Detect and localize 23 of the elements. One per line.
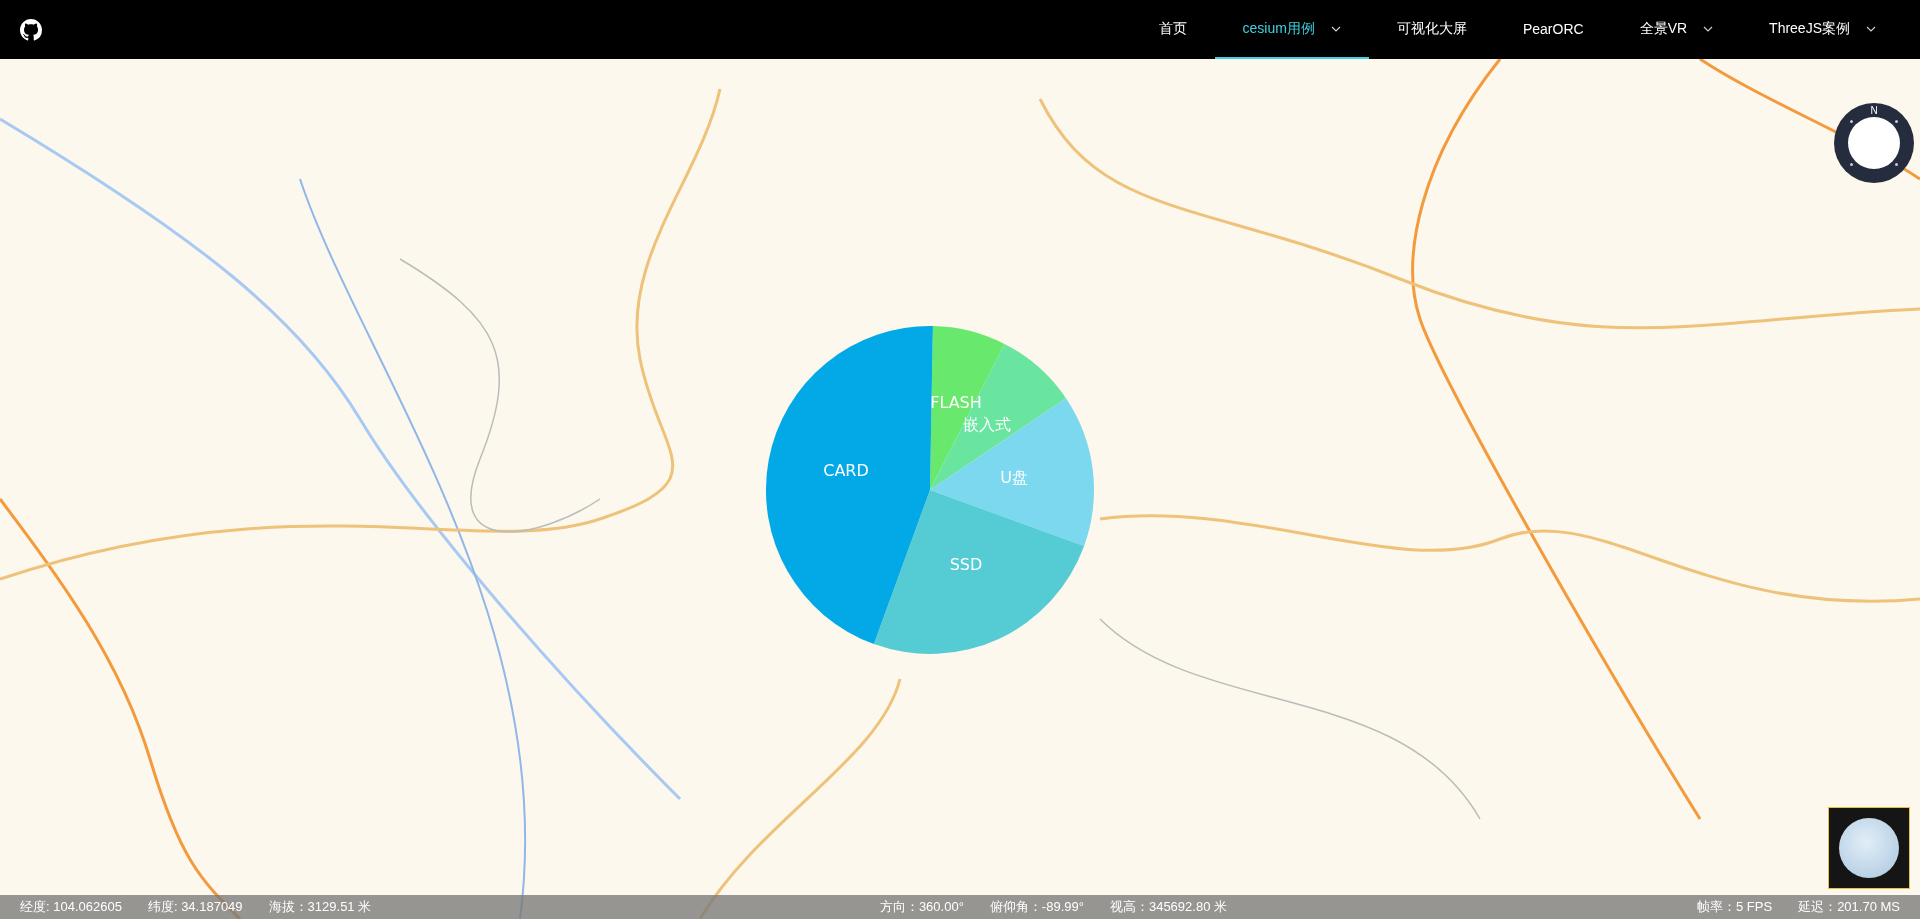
status-reading: 方向：360.00° <box>879 898 964 916</box>
nav-menu-item[interactable]: 全景VR <box>1611 0 1742 59</box>
slice-label: 嵌入式 <box>963 415 1011 434</box>
status-reading: 延迟：201.70 MS <box>1798 898 1900 916</box>
status-reading: 帧率：5 FPS <box>1697 898 1773 916</box>
caret-icon <box>1703 25 1714 32</box>
status-reading: 纬度: 34.187049 <box>147 898 243 916</box>
nav-menu-item[interactable]: 首页 <box>1130 0 1215 59</box>
status-reading: 经度: 104.062605 <box>20 898 122 916</box>
caret-icon <box>1330 25 1341 32</box>
status-reading: 俯仰角：-89.99° <box>989 898 1084 916</box>
compass-north-label: N <box>1869 105 1879 116</box>
slice-label: SSD <box>949 555 983 574</box>
slice-label: U盘 <box>1000 468 1028 487</box>
caret-icon <box>1866 25 1876 32</box>
slice-label: CARD <box>823 461 869 480</box>
nav-menu-item[interactable]: ThreeJS案例 <box>1741 0 1904 59</box>
logo-icon[interactable] <box>20 18 42 41</box>
nav-menu-item[interactable]: PearORC <box>1494 0 1612 59</box>
nav-menu-item[interactable]: 可视化大屏 <box>1368 0 1495 59</box>
status-reading: 海拔：3129.51 米 <box>268 898 372 916</box>
status-reading: 视高：345692.80 米 <box>1109 898 1227 916</box>
globe-overview-map[interactable] <box>1828 807 1910 889</box>
